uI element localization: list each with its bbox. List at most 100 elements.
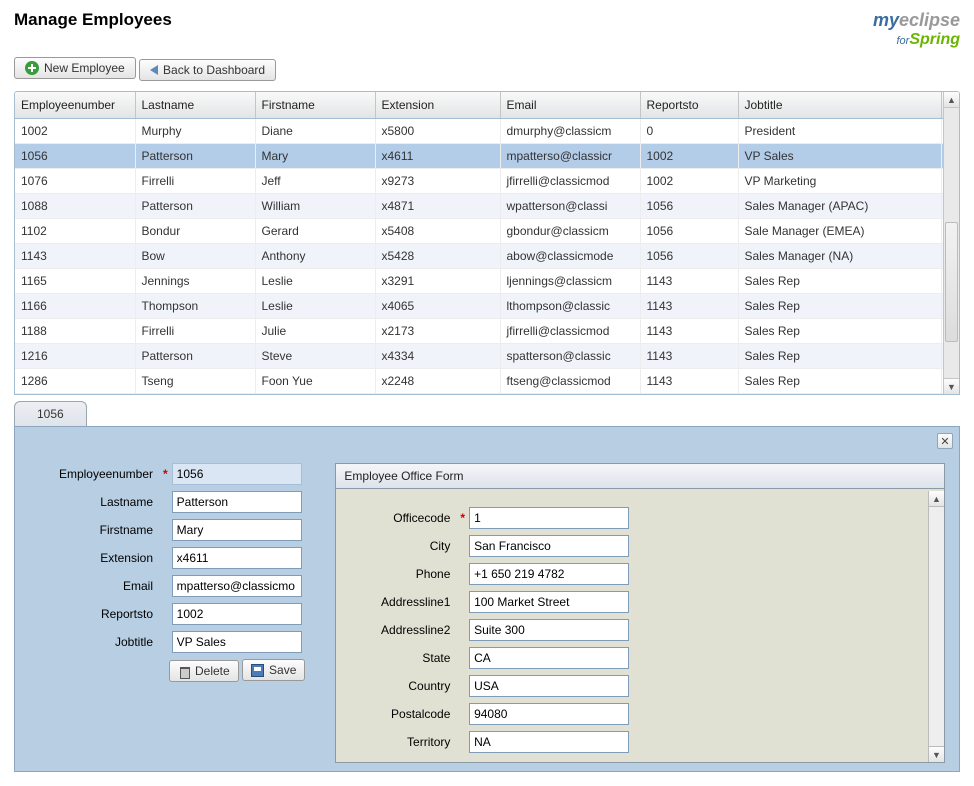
table-cell: gbondur@classicm bbox=[500, 219, 640, 244]
table-cell: x4065 bbox=[375, 294, 500, 319]
addressline1-field[interactable] bbox=[469, 591, 629, 613]
table-cell: Sale Manager (EMEA) bbox=[738, 219, 942, 244]
column-header[interactable]: Extension bbox=[375, 92, 500, 119]
table-cell: 1143 bbox=[640, 294, 738, 319]
table-cell: Patterson bbox=[135, 344, 255, 369]
table-cell: Patterson bbox=[135, 144, 255, 169]
table-cell: Firrelli bbox=[135, 319, 255, 344]
table-row[interactable]: 1143BowAnthonyx5428abow@classicmode1056S… bbox=[15, 244, 959, 269]
table-cell: mpatterso@classicr bbox=[500, 144, 640, 169]
table-cell: Firrelli bbox=[135, 169, 255, 194]
table-cell: x4871 bbox=[375, 194, 500, 219]
table-cell: Bondur bbox=[135, 219, 255, 244]
new-employee-button[interactable]: New Employee bbox=[14, 57, 136, 79]
table-cell: 1076 bbox=[15, 169, 135, 194]
table-cell: 1056 bbox=[640, 219, 738, 244]
table-cell: Sales Manager (NA) bbox=[738, 244, 942, 269]
column-header[interactable]: Firstname bbox=[255, 92, 375, 119]
territory-field[interactable] bbox=[469, 731, 629, 753]
detail-tab[interactable]: 1056 bbox=[14, 401, 87, 426]
column-header[interactable]: Employeenumber bbox=[15, 92, 135, 119]
addressline2-label: Addressline2 bbox=[346, 623, 456, 637]
grid-header: EmployeenumberLastnameFirstnameExtension… bbox=[15, 92, 959, 119]
table-row[interactable]: 1076FirrelliJeffx9273jfirrelli@classicmo… bbox=[15, 169, 959, 194]
column-header[interactable]: Email bbox=[500, 92, 640, 119]
scroll-down-arrow-icon[interactable]: ▼ bbox=[944, 378, 959, 394]
logo: myeclipse forSpring bbox=[873, 10, 960, 49]
delete-button[interactable]: Delete bbox=[169, 660, 239, 682]
employee-form: Employeenumber * Lastname * Firstname * … bbox=[29, 463, 305, 763]
column-header[interactable]: Lastname bbox=[135, 92, 255, 119]
addressline2-field[interactable] bbox=[469, 619, 629, 641]
table-cell: 1002 bbox=[640, 144, 738, 169]
city-field[interactable] bbox=[469, 535, 629, 557]
detail-panel: ✕ Employeenumber * Lastname * Firstname … bbox=[14, 426, 960, 772]
table-cell: Sales Rep bbox=[738, 319, 942, 344]
extension-field[interactable] bbox=[172, 547, 302, 569]
scroll-up-arrow-icon[interactable]: ▲ bbox=[944, 92, 959, 108]
addressline1-label: Addressline1 bbox=[346, 595, 456, 609]
table-cell: Jennings bbox=[135, 269, 255, 294]
lastname-field[interactable] bbox=[172, 491, 302, 513]
table-cell: 1216 bbox=[15, 344, 135, 369]
table-cell: Steve bbox=[255, 344, 375, 369]
table-cell: 1143 bbox=[640, 269, 738, 294]
table-cell: x4611 bbox=[375, 144, 500, 169]
table-cell: Murphy bbox=[135, 119, 255, 144]
table-cell: x2248 bbox=[375, 369, 500, 394]
table-cell: VP Sales bbox=[738, 144, 942, 169]
table-row[interactable]: 1165JenningsLesliex3291ljennings@classic… bbox=[15, 269, 959, 294]
table-cell: Sales Rep bbox=[738, 369, 942, 394]
table-cell: President bbox=[738, 119, 942, 144]
table-row[interactable]: 1056PattersonMaryx4611mpatterso@classicr… bbox=[15, 144, 959, 169]
column-header[interactable]: Reportsto bbox=[640, 92, 738, 119]
back-to-dashboard-button[interactable]: Back to Dashboard bbox=[139, 59, 276, 81]
postalcode-field[interactable] bbox=[469, 703, 629, 725]
table-cell: 1056 bbox=[15, 144, 135, 169]
table-row[interactable]: 1286TsengFoon Yuex2248ftseng@classicmod1… bbox=[15, 369, 959, 394]
email-label: Email bbox=[29, 579, 159, 593]
postalcode-label: Postalcode bbox=[346, 707, 456, 721]
save-button[interactable]: Save bbox=[242, 659, 305, 681]
state-field[interactable] bbox=[469, 647, 629, 669]
table-row[interactable]: 1002MurphyDianex5800dmurphy@classicm0Pre… bbox=[15, 119, 959, 144]
table-cell: x4334 bbox=[375, 344, 500, 369]
employeenumber-field[interactable] bbox=[172, 463, 302, 485]
scroll-thumb[interactable] bbox=[945, 222, 958, 342]
scroll-up-arrow-icon[interactable]: ▲ bbox=[929, 491, 944, 507]
table-cell: spatterson@classic bbox=[500, 344, 640, 369]
table-cell: Diane bbox=[255, 119, 375, 144]
country-field[interactable] bbox=[469, 675, 629, 697]
jobtitle-label: Jobtitle bbox=[29, 635, 159, 649]
table-row[interactable]: 1102BondurGerardx5408gbondur@classicm105… bbox=[15, 219, 959, 244]
office-form-scrollbar[interactable]: ▲ ▼ bbox=[928, 491, 944, 762]
phone-field[interactable] bbox=[469, 563, 629, 585]
table-row[interactable]: 1216PattersonStevex4334spatterson@classi… bbox=[15, 344, 959, 369]
grid-scrollbar[interactable]: ▲ ▼ bbox=[943, 92, 959, 394]
firstname-field[interactable] bbox=[172, 519, 302, 541]
required-marker: * bbox=[159, 467, 172, 481]
table-cell: 1056 bbox=[640, 194, 738, 219]
table-row[interactable]: 1088PattersonWilliamx4871wpatterson@clas… bbox=[15, 194, 959, 219]
office-form-panel: Employee Office Form Officecode * City* … bbox=[335, 463, 945, 763]
firstname-label: Firstname bbox=[29, 523, 159, 537]
save-icon bbox=[251, 664, 264, 677]
officecode-field[interactable] bbox=[469, 507, 629, 529]
state-label: State bbox=[346, 651, 456, 665]
reportsto-field[interactable] bbox=[172, 603, 302, 625]
column-header[interactable]: Jobtitle bbox=[738, 92, 942, 119]
territory-label: Territory bbox=[346, 735, 456, 749]
table-cell: 1143 bbox=[640, 344, 738, 369]
table-cell: x3291 bbox=[375, 269, 500, 294]
table-cell: 1188 bbox=[15, 319, 135, 344]
scroll-down-arrow-icon[interactable]: ▼ bbox=[929, 746, 944, 762]
close-panel-button[interactable]: ✕ bbox=[937, 433, 953, 449]
email-field[interactable] bbox=[172, 575, 302, 597]
table-cell: Sales Rep bbox=[738, 294, 942, 319]
jobtitle-field[interactable] bbox=[172, 631, 302, 653]
table-row[interactable]: 1166ThompsonLesliex4065lthompson@classic… bbox=[15, 294, 959, 319]
page-title: Manage Employees bbox=[14, 10, 172, 30]
table-cell: Sales Rep bbox=[738, 344, 942, 369]
table-row[interactable]: 1188FirrelliJuliex2173jfirrelli@classicm… bbox=[15, 319, 959, 344]
table-cell: ftseng@classicmod bbox=[500, 369, 640, 394]
